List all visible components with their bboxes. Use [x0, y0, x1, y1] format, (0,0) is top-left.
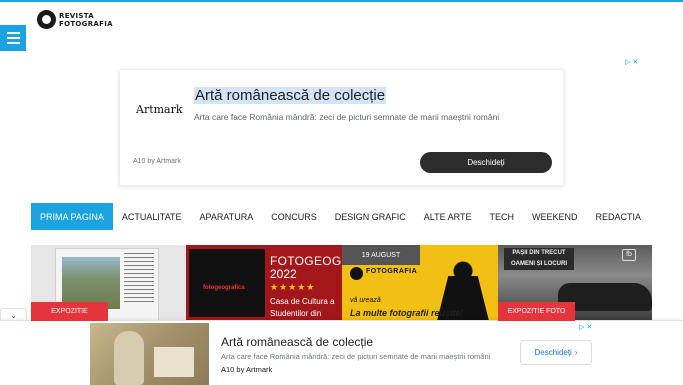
card-brand: FOTOGRAFIA	[366, 268, 418, 275]
ad-brand-logo: Artmark	[136, 103, 183, 116]
nav-item-tech[interactable]: TECH	[480, 203, 523, 230]
date-badge: 19 AUGUST	[342, 245, 420, 265]
ad-advertiser: A10 by Artmark	[133, 158, 181, 165]
hamburger-menu-icon[interactable]	[0, 25, 26, 51]
card-year: 2022	[270, 267, 297, 281]
poster-label: fotogeografica	[203, 285, 245, 291]
painting-box	[154, 347, 194, 377]
logo-text: REVISTA FOTOGRAFIA	[59, 12, 113, 28]
logo-line-1: REVISTA	[59, 11, 94, 20]
sign-line-2: OAMENI ȘI LOCURI	[510, 261, 567, 267]
featured-card-fotogeografica[interactable]: fotogeografica FOTOGEOGRA 2022 ★★★★★ Cas…	[186, 245, 342, 321]
facebook-icon[interactable]: fb	[622, 249, 636, 261]
bottom-ad-open-label: Deschideți	[534, 348, 572, 357]
nav-item-design-grafic[interactable]: DESIGN GRAFIC	[326, 203, 415, 230]
nav-item-redactia[interactable]: REDACTIA	[586, 203, 650, 230]
sign-line-1: PAȘII DIN TRECUT	[512, 250, 566, 256]
card-text: Casa de Cultura a Studentilor din	[270, 297, 335, 318]
aperture-icon	[37, 10, 56, 29]
category-badge[interactable]: EXPOZITIE FOTO	[498, 302, 575, 321]
nav-item-aparatura[interactable]: APARATURA	[191, 203, 263, 230]
top-ad-banner[interactable]: Artmark Artă românească de colecție Arta…	[119, 69, 564, 186]
bottom-ad-description: Arta care face România mândră: zeci de p…	[221, 352, 491, 361]
card-slogan-line2: La multe fotografii reușite!	[350, 308, 464, 318]
category-badge[interactable]: EXPOZITIE	[31, 302, 108, 321]
fotogeografica-poster: fotogeografica	[189, 249, 265, 317]
bottom-ad-banner[interactable]: Artă românească de colecție Arta care fa…	[0, 320, 683, 385]
nav-item-concurs[interactable]: CONCURS	[262, 203, 326, 230]
poster-text-lines	[124, 253, 154, 303]
ad-headline[interactable]: Artă românească de colecție	[194, 87, 387, 104]
logo-line-2: FOTOGRAFIA	[59, 19, 113, 28]
bottom-ad-advertiser: A10 by Artmark	[221, 365, 273, 374]
bottom-ad-headline[interactable]: Artă românească de colecție	[221, 335, 373, 349]
nav-item-weekend[interactable]: WEEKEND	[523, 203, 587, 230]
vintage-sign: PAȘII DIN TRECUT OAMENI ȘI LOCURI	[504, 248, 574, 270]
nav-item-actualitate[interactable]: ACTUALITATE	[113, 203, 191, 230]
nav-item-alte-arte[interactable]: ALTE ARTE	[415, 203, 481, 230]
ad-painting-image	[90, 323, 209, 385]
painting-figure	[114, 331, 144, 385]
main-nav: PRIMA PAGINA ACTUALITATE APARATURA CONCU…	[31, 203, 650, 230]
bottom-ad-open-button[interactable]: Deschideți ›	[520, 340, 592, 365]
ad-description: Arta care face România mândră: zeci de p…	[194, 112, 500, 122]
star-rating: ★★★★★	[270, 282, 316, 292]
nav-item-prima-pagina[interactable]: PRIMA PAGINA	[31, 203, 113, 230]
adchoices-icon[interactable]: ▷ ✕	[579, 323, 592, 331]
top-accent-bar	[0, 0, 683, 2]
aperture-icon	[350, 267, 363, 280]
featured-card-greeting[interactable]: 19 AUGUST FOTOGRAFIA vă urează La multe …	[342, 245, 498, 321]
site-logo[interactable]: REVISTA FOTOGRAFIA	[37, 10, 113, 29]
adchoices-icon[interactable]: ▷ ✕	[625, 58, 638, 66]
chevron-right-icon: ›	[574, 348, 578, 357]
ad-open-button[interactable]: Deschideți	[420, 152, 552, 173]
featured-cards: EXPOZITIE fotogeografica FOTOGEOGRA 2022…	[31, 245, 652, 321]
card-title: FOTOGEOGRA	[270, 254, 342, 268]
card-slogan-line1: vă urează	[350, 297, 381, 304]
